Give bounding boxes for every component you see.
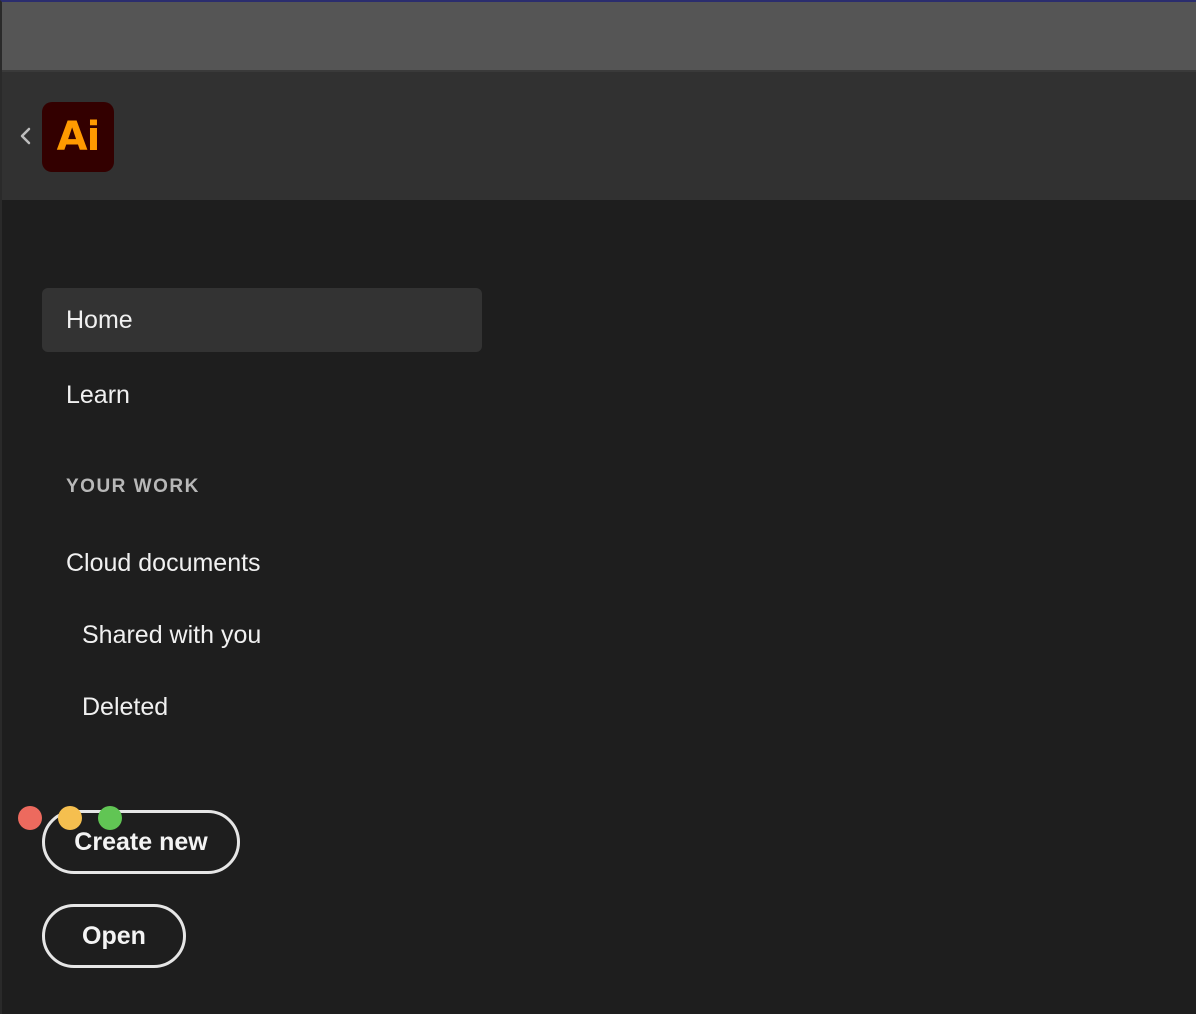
sidebar-item-deleted[interactable]: Deleted bbox=[82, 692, 168, 722]
sidebar-item-cloud-documents[interactable]: Cloud documents bbox=[66, 548, 261, 578]
sidebar-item-home[interactable]: Home bbox=[42, 288, 482, 352]
open-button[interactable]: Open bbox=[42, 904, 186, 968]
section-heading-your-work: YOUR WORK bbox=[66, 476, 200, 497]
chevron-left-icon[interactable] bbox=[16, 124, 36, 148]
sidebar-item-shared-with-you[interactable]: Shared with you bbox=[82, 620, 261, 650]
app-window: Ai Home Learn YOUR WORK Cloud documents … bbox=[0, 0, 1196, 1014]
window-minimize-button[interactable] bbox=[58, 806, 82, 830]
home-content: Home Learn YOUR WORK Cloud documents Sha… bbox=[2, 200, 1196, 1014]
illustrator-logo: Ai bbox=[42, 102, 114, 172]
title-bar bbox=[2, 2, 1196, 72]
sidebar-item-learn[interactable]: Learn bbox=[66, 380, 130, 410]
app-header: Ai bbox=[2, 72, 1196, 200]
window-close-button[interactable] bbox=[18, 806, 42, 830]
window-zoom-button[interactable] bbox=[98, 806, 122, 830]
